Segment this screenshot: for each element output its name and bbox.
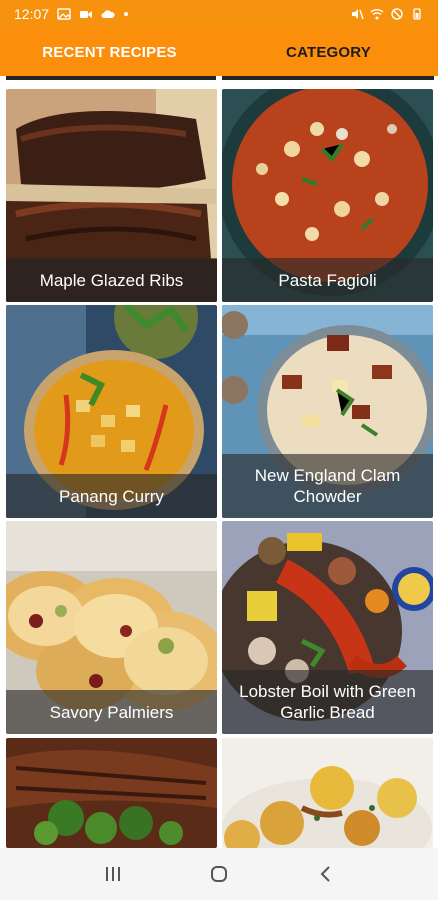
recipe-image [6, 738, 217, 848]
image-icon [57, 8, 71, 20]
navigation-bar [0, 848, 438, 900]
recipe-card[interactable]: Panang Curry [6, 305, 217, 518]
status-bar: 12:07 [0, 0, 438, 28]
tab-bar: RECENT RECIPES CATEGORY [0, 28, 438, 76]
wifi-icon [370, 8, 384, 20]
recipe-name: Panang Curry [6, 474, 217, 518]
back-icon [320, 866, 330, 882]
recipe-card[interactable]: Savory Palmiers [6, 521, 217, 734]
recipe-name: New England Clam Chowder [222, 454, 433, 518]
recipe-card[interactable]: Maple Glazed Ribs [6, 89, 217, 302]
recipe-grid[interactable]: Maple Glazed Ribs Pasta Fagioli Panang C… [0, 80, 438, 848]
recipe-card[interactable] [222, 738, 433, 848]
recipe-name: Lobster Boil with Green Garlic Bread [222, 670, 433, 734]
recent-apps-button[interactable] [93, 854, 133, 894]
do-not-disturb-icon [390, 8, 404, 20]
recipe-name: Pasta Fagioli [222, 258, 433, 302]
recipe-name: Maple Glazed Ribs [6, 258, 217, 302]
recipe-name: Savory Palmiers [6, 690, 217, 734]
recipe-card[interactable]: Lobster Boil with Green Garlic Bread [222, 521, 433, 734]
recipe-card[interactable]: Pasta Fagioli [222, 89, 433, 302]
recipe-card[interactable] [6, 738, 217, 848]
dot-icon [123, 8, 129, 20]
cloud-icon [101, 8, 115, 20]
status-time: 12:07 [14, 6, 50, 22]
tab-recent-recipes[interactable]: RECENT RECIPES [0, 28, 219, 76]
back-button[interactable] [305, 854, 345, 894]
video-call-icon [79, 8, 93, 20]
recipe-image [222, 738, 433, 848]
recent-apps-icon [106, 867, 120, 881]
mute-icon [350, 8, 364, 20]
home-button[interactable] [199, 854, 239, 894]
recipe-card[interactable]: New England Clam Chowder [222, 305, 433, 518]
home-icon [211, 866, 227, 882]
tab-category[interactable]: CATEGORY [219, 28, 438, 76]
battery-icon [410, 8, 424, 20]
